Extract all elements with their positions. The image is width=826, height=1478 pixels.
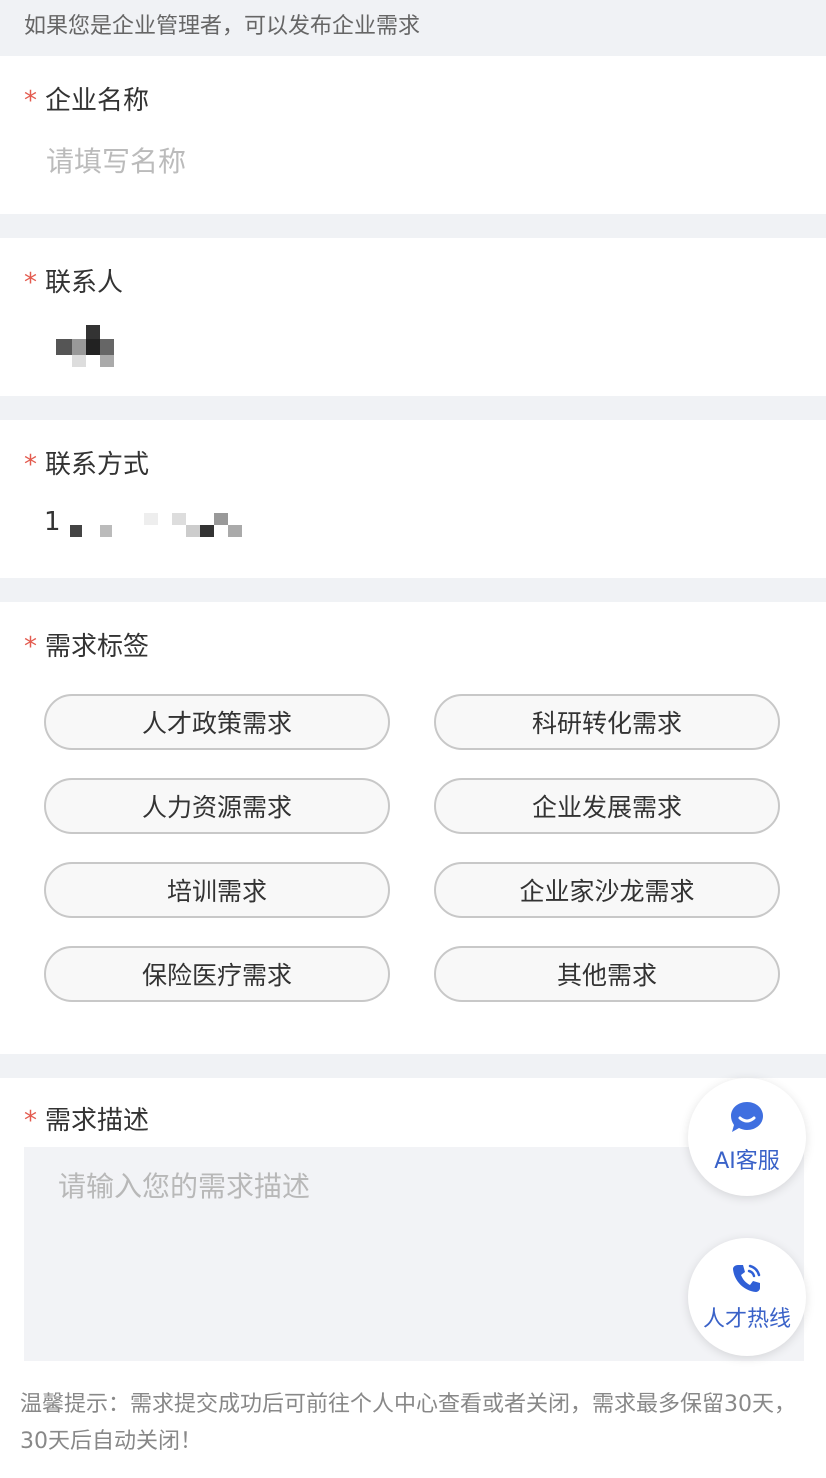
hotline-button[interactable]: 人才热线 — [688, 1238, 806, 1356]
tag-human-resources[interactable]: 人力资源需求 — [44, 778, 390, 834]
tag-research-transfer[interactable]: 科研转化需求 — [434, 694, 780, 750]
tags-label: * 需求标签 — [24, 626, 149, 663]
contact-label-text: 联系人 — [45, 268, 124, 298]
hotline-label: 人才热线 — [702, 1307, 791, 1332]
tags-section: * 需求标签 人才政策需求 科研转化需求 人力资源需求 企业发展需求 培训需求 企… — [0, 602, 826, 1054]
tag-enterprise-development[interactable]: 企业发展需求 — [434, 778, 780, 834]
chat-bubble-icon — [731, 1102, 763, 1132]
required-star: * — [24, 86, 37, 116]
phone-icon — [733, 1264, 761, 1292]
tags-label-text: 需求标签 — [45, 632, 150, 662]
required-star: * — [24, 268, 37, 298]
contact-value-masked[interactable] — [56, 325, 116, 369]
company-name-label: * 企业名称 — [24, 80, 149, 117]
company-name-label-text: 企业名称 — [45, 86, 150, 116]
phone-label: * 联系方式 — [24, 444, 149, 481]
ai-service-label: AI客服 — [714, 1149, 780, 1174]
description-textarea[interactable]: 请输入您的需求描述 — [24, 1147, 804, 1361]
contact-section: * 联系人 — [0, 238, 826, 396]
company-name-input[interactable]: 请填写名称 — [46, 140, 186, 180]
required-star: * — [24, 450, 37, 480]
company-name-section: * 企业名称 请填写名称 — [0, 56, 826, 214]
tag-entrepreneur-salon[interactable]: 企业家沙龙需求 — [434, 862, 780, 918]
description-label-text: 需求描述 — [45, 1106, 150, 1136]
warm-tip: 温馨提示：需求提交成功后可前往个人中心查看或者关闭，需求最多保留30天，30天后… — [20, 1392, 796, 1454]
notice-banner: 如果您是企业管理者，可以发布企业需求 — [0, 0, 826, 56]
ai-service-button[interactable]: AI客服 — [688, 1078, 806, 1196]
tag-talent-policy[interactable]: 人才政策需求 — [44, 694, 390, 750]
description-label: * 需求描述 — [24, 1100, 149, 1137]
tag-training[interactable]: 培训需求 — [44, 862, 390, 918]
required-star: * — [24, 632, 37, 662]
phone-section: * 联系方式 — [0, 420, 826, 578]
required-star: * — [24, 1106, 37, 1136]
tag-insurance-medical[interactable]: 保险医疗需求 — [44, 946, 390, 1002]
contact-label: * 联系人 — [24, 262, 123, 299]
phone-label-text: 联系方式 — [45, 450, 150, 480]
phone-prefix: 1 — [44, 507, 61, 537]
tag-other[interactable]: 其他需求 — [434, 946, 780, 1002]
phone-value-masked[interactable]: 1 — [44, 507, 254, 543]
